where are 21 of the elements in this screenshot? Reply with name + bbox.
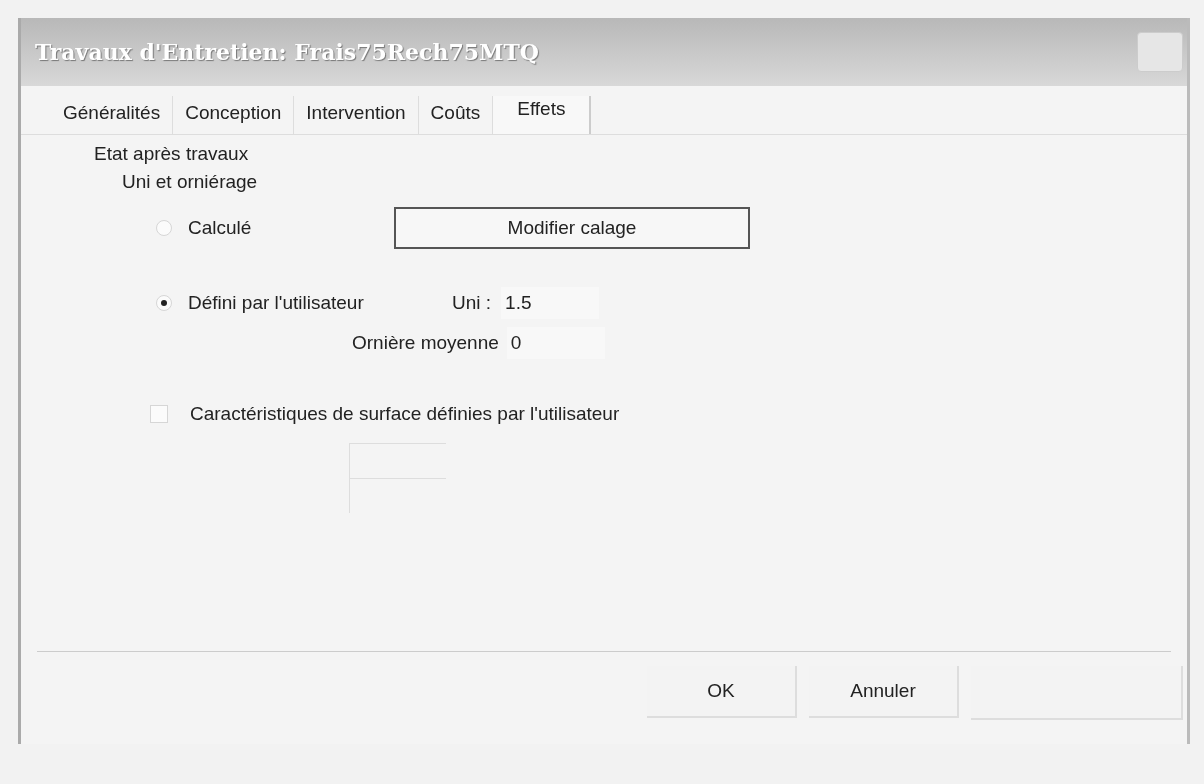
dialog-button[interactable]: OK	[647, 666, 797, 718]
tab[interactable]: Intervention	[294, 96, 419, 134]
checkbox[interactable]	[150, 405, 168, 423]
tab[interactable]: Généralités	[51, 96, 174, 134]
tab[interactable]: Effets	[493, 96, 592, 134]
dialog-button[interactable]: Annuler	[809, 666, 959, 718]
input-field[interactable]: 0	[506, 327, 605, 359]
checkbox-label: Caractéristiques de surface définies par l'utilisateur	[190, 403, 620, 425]
radio-button[interactable]	[156, 295, 172, 311]
close-button[interactable]	[1137, 32, 1183, 72]
section-subtitle: Uni et orniérage	[122, 171, 258, 193]
field-label: Ornière moyenne	[352, 332, 499, 354]
window-title: Travaux d'Entretien: Frais75Rech75MTQ	[35, 39, 539, 65]
radio-label: Défini par l'utilisateur	[188, 292, 365, 314]
radio-label: Calculé	[188, 217, 253, 239]
field-label: Uni :	[452, 292, 492, 314]
tab[interactable]: Conception	[173, 96, 295, 134]
input-field[interactable]: 1.5	[501, 287, 600, 319]
modify-calibration-button[interactable]: Modifier calage	[394, 207, 750, 249]
section-title: Etat après travaux	[94, 143, 249, 165]
radio-button[interactable]	[156, 220, 172, 236]
